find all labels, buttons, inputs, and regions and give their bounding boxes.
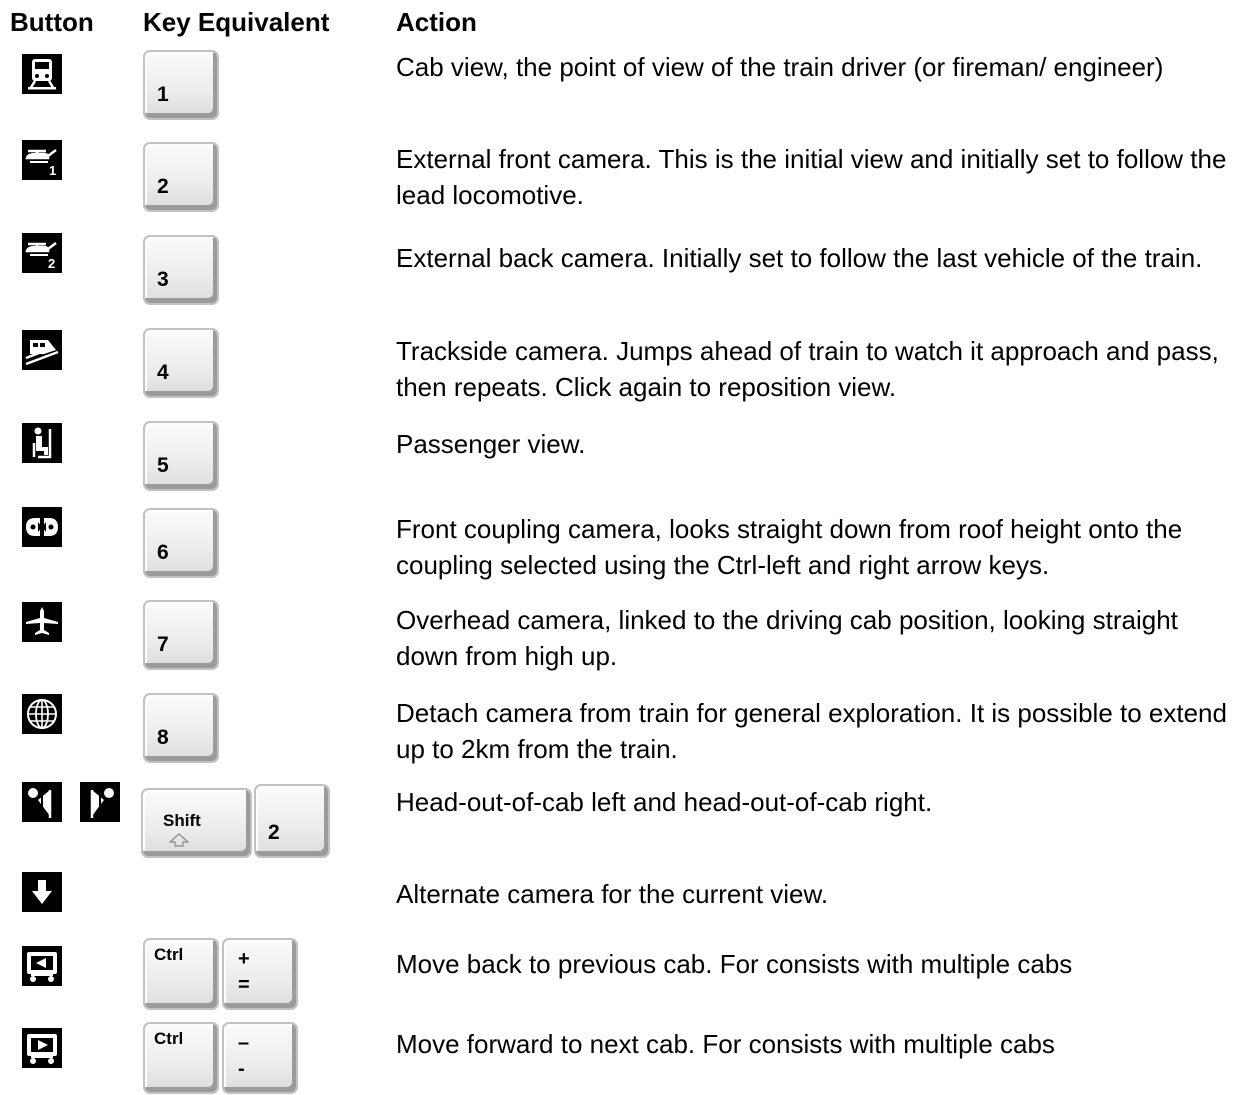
action-text: Cab view, the point of view of the train… (396, 52, 1164, 82)
key-2[interactable]: 2 (143, 142, 219, 212)
action-text: Passenger view. (396, 429, 586, 459)
head-out-left-icon[interactable] (22, 782, 62, 822)
action-text: Front coupling camera, looks straight do… (396, 514, 1183, 580)
alternate-camera-icon[interactable] (22, 872, 62, 912)
key-3[interactable]: 3 (143, 235, 219, 305)
key-8[interactable]: 8 (143, 693, 219, 763)
action-text: External back camera. Initially set to f… (396, 243, 1203, 273)
action-text: Move forward to next cab. For consists w… (396, 1029, 1055, 1059)
svg-text:2: 2 (48, 256, 55, 271)
action-text: Trackside camera. Jumps ahead of train t… (396, 336, 1219, 402)
table-row: Shift 2 Head-out-of-cab left and head-ou… (0, 782, 1249, 862)
head-out-right-icon[interactable] (80, 782, 120, 822)
action-text: Move back to previous cab. For consists … (396, 949, 1073, 979)
shift-key[interactable]: Shift (141, 788, 252, 858)
cab-view-icon[interactable] (22, 54, 62, 94)
previous-cab-icon[interactable] (22, 946, 62, 986)
header-button: Button (10, 7, 94, 37)
action-text: Alternate camera for the current view. (396, 879, 829, 909)
table-row: Ctrl + = Move back to previous cab. For … (0, 938, 1249, 1016)
next-cab-icon[interactable] (22, 1028, 62, 1068)
external-back-camera-icon[interactable]: 2 (22, 233, 62, 273)
free-camera-globe-icon[interactable] (22, 694, 62, 734)
front-coupling-camera-icon[interactable] (22, 507, 62, 547)
key-5[interactable]: 5 (143, 421, 219, 491)
key-7[interactable]: 7 (143, 600, 219, 670)
shift-arrow-icon (168, 833, 190, 847)
key-2[interactable]: 2 (254, 784, 330, 858)
ctrl-key[interactable]: Ctrl (143, 1022, 219, 1094)
table-row: 1 2 External front camera. This is the i… (0, 140, 1249, 220)
table-row: Ctrl – - Move forward to next cab. For c… (0, 1022, 1249, 1095)
header-key-equivalent: Key Equivalent (143, 7, 330, 37)
table-row: 6 Front coupling camera, looks straight … (0, 505, 1249, 585)
minus-key[interactable]: – - (222, 1022, 298, 1094)
external-front-camera-icon[interactable]: 1 (22, 140, 62, 180)
trackside-camera-icon[interactable] (22, 330, 62, 370)
key-4[interactable]: 4 (143, 328, 219, 398)
action-text: Detach camera from train for general exp… (396, 698, 1227, 764)
action-text: Head-out-of-cab left and head-out-of-cab… (396, 787, 933, 817)
action-text: Overhead camera, linked to the driving c… (396, 605, 1178, 671)
table-row: 1 Cab view, the point of view of the tra… (0, 48, 1249, 128)
ctrl-key[interactable]: Ctrl (143, 938, 219, 1010)
key-1[interactable]: 1 (143, 50, 219, 120)
table-row: 8 Detach camera from train for general e… (0, 691, 1249, 771)
action-text: External front camera. This is the initi… (396, 144, 1227, 210)
table-row: 4 Trackside camera. Jumps ahead of train… (0, 326, 1249, 406)
passenger-view-icon[interactable] (22, 423, 62, 463)
key-6[interactable]: 6 (143, 508, 219, 578)
table-row: 2 3 External back camera. Initially set … (0, 233, 1249, 313)
header-action: Action (396, 7, 477, 37)
table-row: 7 Overhead camera, linked to the driving… (0, 598, 1249, 678)
table-row: 5 Passenger view. (0, 419, 1249, 499)
svg-text:1: 1 (49, 163, 56, 178)
plus-equals-key[interactable]: + = (222, 938, 298, 1010)
table-row: Alternate camera for the current view. (0, 872, 1249, 922)
overhead-camera-icon[interactable] (22, 602, 62, 642)
